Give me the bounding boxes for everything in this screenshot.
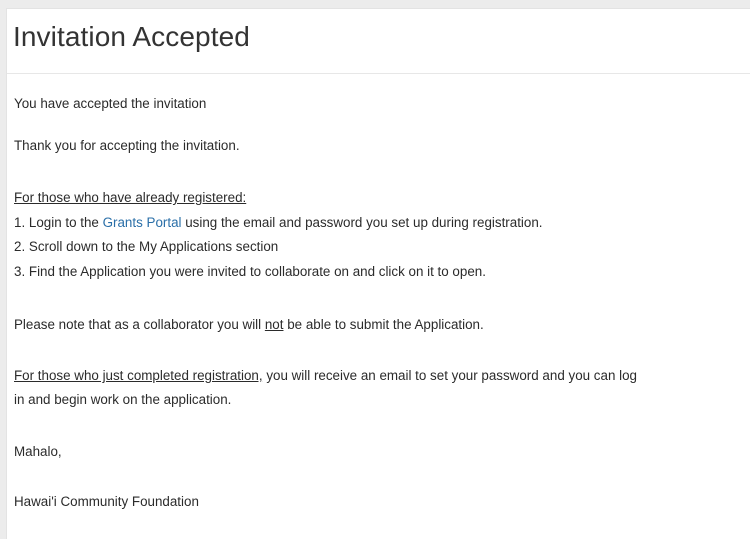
step-3: 3. Find the Application you were invited… <box>14 264 486 279</box>
thank-you-line: Thank you for accepting the invitation. <box>14 138 240 153</box>
collaborator-note: Please note that as a collaborator you w… <box>14 316 484 333</box>
step-1-prefix: 1. Login to the <box>14 215 103 230</box>
invitation-panel: Invitation Accepted You have accepted th… <box>6 8 750 539</box>
step-2: 2. Scroll down to the My Applications se… <box>14 239 279 254</box>
closing: Mahalo, <box>14 444 62 459</box>
signature: Hawai'i Community Foundation <box>14 494 199 509</box>
step-1-suffix: using the email and password you set up … <box>181 215 543 230</box>
new-user-text: you will receive an email to set your pa… <box>262 368 637 383</box>
new-user-line-2: in and begin work on the application. <box>14 392 232 407</box>
new-user-line: For those who just completed registratio… <box>14 367 637 384</box>
note-emphasis: not <box>264 317 284 332</box>
page-title: Invitation Accepted <box>13 21 250 52</box>
registered-heading: For those who have already registered: <box>14 190 247 205</box>
page-header: Invitation Accepted <box>7 9 750 74</box>
step-1: 1. Login to the Grants Portal using the … <box>14 214 543 231</box>
new-user-heading: For those who just completed registratio… <box>14 368 263 383</box>
grants-portal-link[interactable]: Grants Portal <box>103 215 182 230</box>
note-prefix: Please note that as a collaborator you w… <box>14 317 265 332</box>
accepted-line: You have accepted the invitation <box>14 96 207 111</box>
note-suffix: be able to submit the Application. <box>283 317 484 332</box>
